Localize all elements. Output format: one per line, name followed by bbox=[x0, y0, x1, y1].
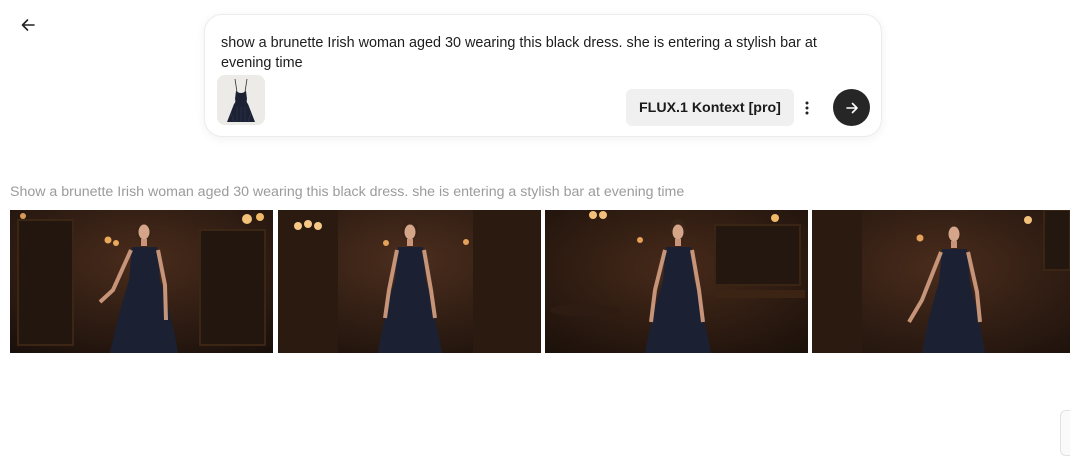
side-panel-toggle[interactable] bbox=[1060, 410, 1070, 456]
model-selector-button[interactable]: FLUX.1 Kontext [pro] bbox=[626, 89, 794, 126]
back-button[interactable] bbox=[14, 11, 42, 39]
dress-thumbnail-image bbox=[217, 75, 265, 125]
send-button[interactable] bbox=[833, 89, 870, 126]
arrow-left-icon bbox=[21, 19, 35, 31]
generated-image-4[interactable] bbox=[812, 210, 1070, 353]
more-vertical-icon bbox=[805, 101, 809, 115]
prompt-input[interactable]: show a brunette Irish woman aged 30 wear… bbox=[221, 33, 867, 73]
result-prompt-caption: Show a brunette Irish woman aged 30 wear… bbox=[10, 184, 685, 200]
image-generation-page: show a brunette Irish woman aged 30 wear… bbox=[0, 0, 1070, 460]
generated-image-2[interactable] bbox=[278, 210, 541, 353]
generated-images-gallery bbox=[10, 210, 1070, 353]
generated-image-3[interactable] bbox=[545, 210, 808, 353]
woman-in-bar-photo bbox=[10, 210, 273, 353]
arrow-right-icon bbox=[845, 102, 858, 113]
more-options-button[interactable] bbox=[796, 95, 818, 121]
woman-in-bar-photo bbox=[278, 210, 541, 353]
reference-image-thumbnail[interactable] bbox=[217, 75, 265, 125]
woman-in-bar-photo bbox=[545, 210, 808, 353]
woman-in-bar-photo bbox=[812, 210, 1070, 353]
generated-image-1[interactable] bbox=[10, 210, 273, 353]
prompt-composer: show a brunette Irish woman aged 30 wear… bbox=[204, 14, 882, 137]
